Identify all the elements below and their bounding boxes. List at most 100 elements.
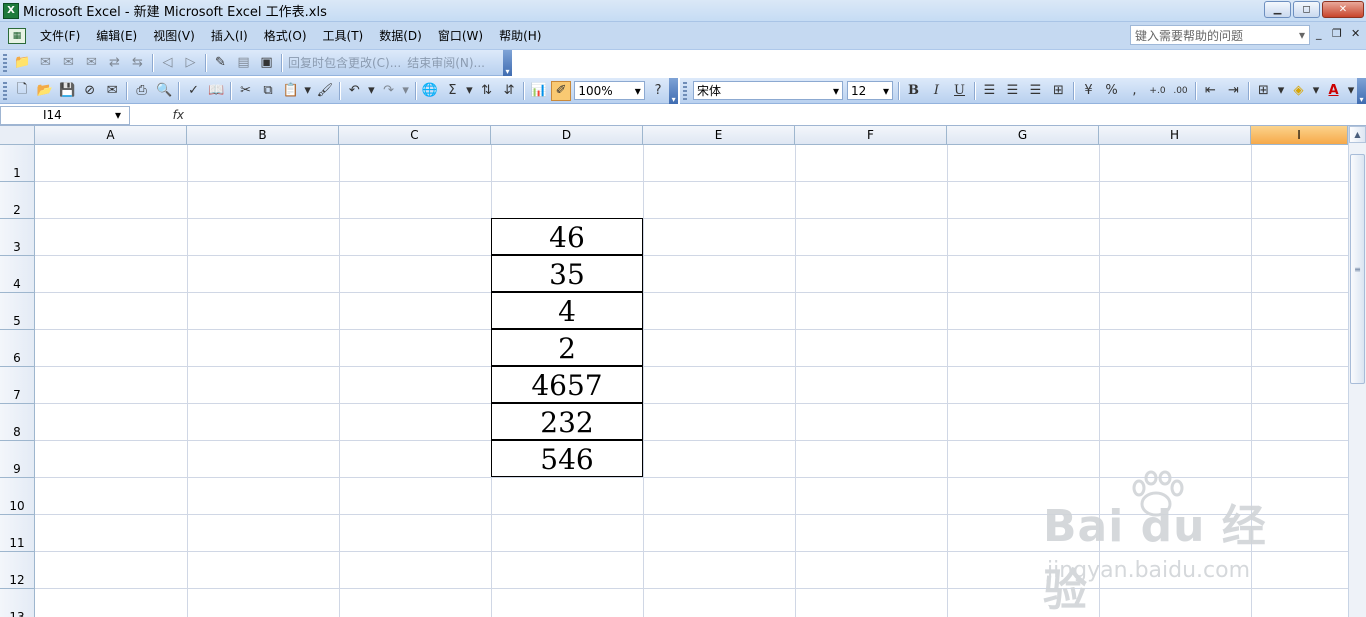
new-file-icon[interactable]: 🗋 (12, 81, 33, 101)
menu-format[interactable]: 格式(O) (256, 26, 315, 46)
chevron-down-icon[interactable]: ▾ (303, 81, 313, 101)
column-header-g[interactable]: G (947, 126, 1099, 145)
scroll-up-arrow-icon[interactable]: ▲ (1349, 126, 1366, 143)
toolbar-options-button[interactable]: ▾ (669, 77, 679, 104)
autosum-icon[interactable]: Σ (442, 81, 463, 101)
menu-help[interactable]: 帮助(H) (491, 26, 549, 46)
zoom-select[interactable]: 100% ▾ (574, 81, 645, 100)
cut-icon[interactable]: ✂ (235, 81, 256, 101)
column-header-d[interactable]: D (491, 126, 643, 145)
italic-button[interactable]: I (926, 81, 947, 101)
show-comments-icon[interactable]: ▤ (233, 53, 254, 73)
align-left-icon[interactable]: ☰ (979, 81, 1000, 101)
bold-button[interactable]: B (903, 81, 924, 101)
paste-icon[interactable]: 📋 (280, 81, 301, 101)
toolbar-grip[interactable] (3, 53, 7, 72)
close-button[interactable]: ✕ (1322, 1, 1364, 18)
column-header-c[interactable]: C (339, 126, 491, 145)
cell-d4[interactable]: 35 (491, 255, 643, 292)
menu-view[interactable]: 视图(V) (145, 26, 203, 46)
row-header-9[interactable]: 9 (0, 441, 35, 478)
toolbar-grip[interactable] (3, 81, 7, 100)
toolbar-options-button[interactable]: ▾ (503, 49, 512, 76)
redo-icon[interactable]: ↷ (378, 81, 399, 101)
font-name-select[interactable]: 宋体 ▾ (693, 81, 843, 100)
help-icon[interactable]: ? (648, 81, 669, 101)
formula-input[interactable] (190, 106, 1366, 125)
workbook-icon[interactable]: ▦ (8, 27, 26, 44)
chevron-down-icon[interactable]: ▾ (1276, 81, 1286, 101)
percent-button[interactable]: % (1101, 81, 1122, 101)
increase-indent-icon[interactable]: ⇥ (1223, 81, 1244, 101)
mail-icon[interactable]: ✉ (102, 81, 123, 101)
cell-d5[interactable]: 4 (491, 292, 643, 329)
menu-edit[interactable]: 编辑(E) (88, 26, 145, 46)
reply-with-changes-button[interactable]: 回复时包含更改(C)... (285, 54, 404, 71)
row-header-1[interactable]: 1 (0, 145, 35, 182)
chevron-down-icon[interactable]: ▾ (401, 81, 411, 101)
toolbar-options-button[interactable]: ▾ (1357, 77, 1366, 104)
merge-icon[interactable]: ⇆ (127, 53, 148, 73)
column-header-f[interactable]: F (795, 126, 947, 145)
menu-data[interactable]: 数据(D) (371, 26, 430, 46)
undo-icon[interactable]: ↶ (344, 81, 365, 101)
reply-mail-icon[interactable]: ✉ (58, 53, 79, 73)
decrease-decimal-icon[interactable]: .00 (1170, 81, 1191, 101)
doc-minimize-button[interactable]: _ (1316, 27, 1322, 40)
align-center-icon[interactable]: ☰ (1002, 81, 1023, 101)
chevron-down-icon[interactable]: ▾ (833, 84, 839, 98)
chevron-down-icon[interactable]: ▾ (1299, 28, 1305, 42)
menu-file[interactable]: 文件(F) (32, 26, 88, 46)
chart-wizard-icon[interactable]: 📊 (528, 81, 549, 101)
row-header-13[interactable]: 13 (0, 589, 35, 617)
help-search-input[interactable]: 键入需要帮助的问题 ▾ (1130, 25, 1310, 45)
align-right-icon[interactable]: ☰ (1025, 81, 1046, 101)
row-header-4[interactable]: 4 (0, 256, 35, 293)
insert-function-button[interactable]: fx (130, 106, 190, 125)
row-header-8[interactable]: 8 (0, 404, 35, 441)
chevron-down-icon[interactable]: ▾ (1346, 81, 1356, 101)
chevron-down-icon[interactable]: ▾ (465, 81, 475, 101)
excel-app-icon[interactable]: X (3, 2, 19, 19)
cell-d9[interactable]: 546 (491, 440, 643, 477)
chevron-down-icon[interactable]: ▾ (1311, 81, 1321, 101)
research-icon[interactable]: 📖 (206, 81, 227, 101)
next-comment-icon[interactable]: ▷ (180, 53, 201, 73)
row-header-11[interactable]: 11 (0, 515, 35, 552)
routing-icon[interactable]: ⇄ (104, 53, 125, 73)
chevron-down-icon[interactable]: ▾ (635, 84, 641, 98)
reviewers-icon[interactable]: ▣ (256, 53, 277, 73)
menu-tools[interactable]: 工具(T) (315, 26, 372, 46)
currency-icon[interactable]: ¥ (1078, 81, 1099, 101)
format-painter-icon[interactable]: 🖌 (315, 81, 336, 101)
font-color-button[interactable]: A (1323, 81, 1344, 101)
column-header-b[interactable]: B (187, 126, 339, 145)
underline-button[interactable]: U (949, 81, 970, 101)
row-header-2[interactable]: 2 (0, 182, 35, 219)
menu-insert[interactable]: 插入(I) (203, 26, 256, 46)
sort-ascending-icon[interactable]: ⇅ (476, 81, 497, 101)
row-header-10[interactable]: 10 (0, 478, 35, 515)
column-header-e[interactable]: E (643, 126, 795, 145)
cell-d6[interactable]: 2 (491, 329, 643, 366)
save-icon[interactable]: 💾 (57, 81, 78, 101)
cell-d3[interactable]: 46 (491, 218, 643, 255)
drawing-icon[interactable]: ✐ (550, 80, 572, 101)
permission-icon[interactable]: ⊘ (79, 81, 100, 101)
edit-comment-icon[interactable]: ✎ (210, 53, 231, 73)
vertical-scrollbar[interactable]: ▲ ≡ (1348, 126, 1366, 617)
folder-icon[interactable]: 📁 (12, 53, 33, 73)
forward-mail-icon[interactable]: ✉ (81, 53, 102, 73)
chevron-down-icon[interactable]: ▾ (367, 81, 377, 101)
sort-descending-icon[interactable]: ⇵ (499, 81, 520, 101)
decrease-indent-icon[interactable]: ⇤ (1200, 81, 1221, 101)
select-all-button[interactable] (0, 126, 35, 145)
column-header-i[interactable]: I (1251, 126, 1348, 145)
maximize-button[interactable]: ◻ (1293, 1, 1320, 18)
comma-style-button[interactable]: , (1124, 81, 1145, 101)
row-header-7[interactable]: 7 (0, 367, 35, 404)
spelling-icon[interactable]: ✓ (183, 81, 204, 101)
doc-restore-button[interactable]: ❐ (1332, 27, 1342, 40)
cell-d7[interactable]: 4657 (491, 366, 643, 403)
doc-close-button[interactable]: ✕ (1351, 27, 1360, 40)
